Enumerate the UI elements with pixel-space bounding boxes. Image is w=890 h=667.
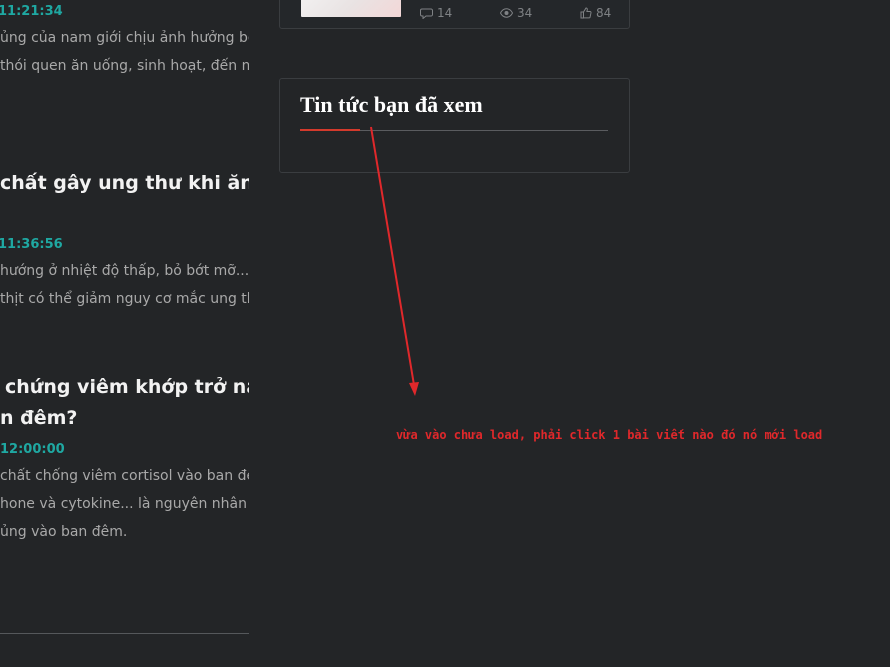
annotation-note: vừa vào chưa load, phải click 1 bài viết…	[396, 428, 823, 442]
annotation-arrow	[370, 126, 419, 396]
